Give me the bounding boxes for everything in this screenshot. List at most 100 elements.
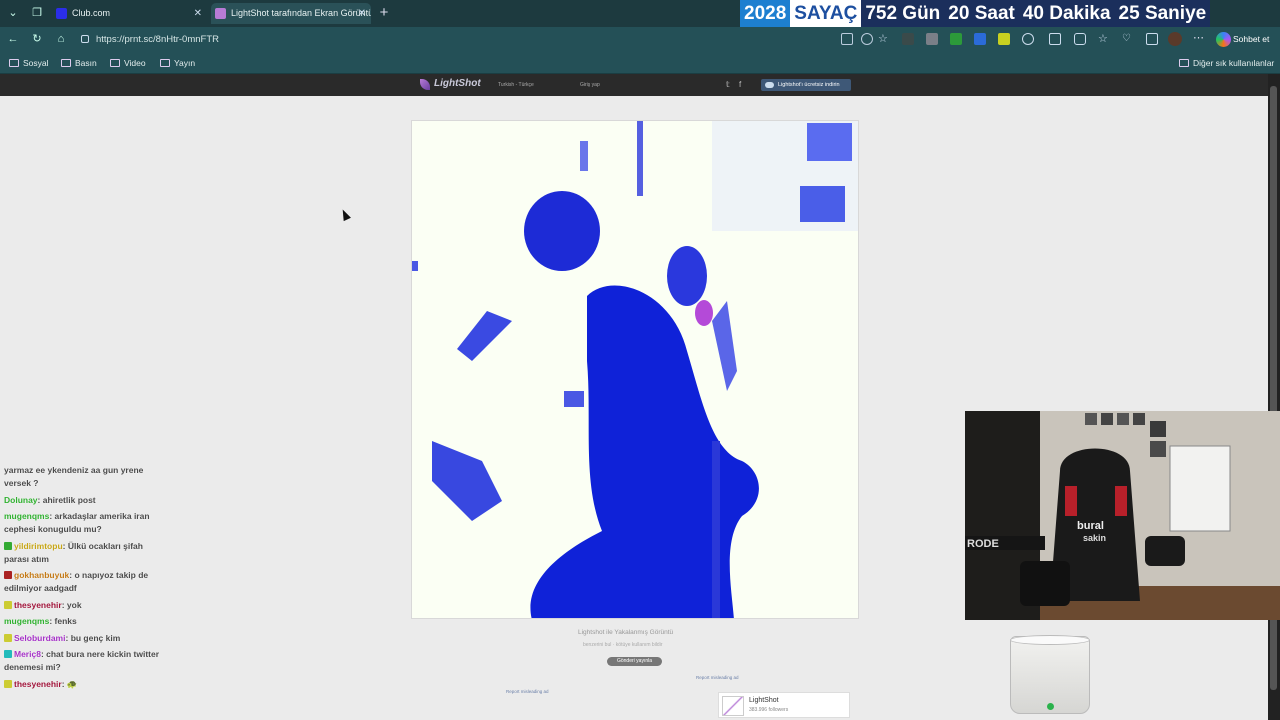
home-icon[interactable]: ⌂ xyxy=(53,31,69,47)
close-tab-icon[interactable]: ✕ xyxy=(194,3,202,24)
caption-actions[interactable]: benzerini bul · kötüye kullanım bildir xyxy=(583,642,662,648)
chat-message: thesyenehir: 🐢 xyxy=(4,678,164,691)
cup-rim xyxy=(1010,635,1090,645)
browser-essentials-icon[interactable]: ♡ xyxy=(1122,33,1134,45)
sync-icon[interactable] xyxy=(1022,33,1034,45)
favorite-star-icon[interactable]: ☆ xyxy=(878,33,890,45)
copilot-chat-button[interactable]: Sohbet et xyxy=(1215,30,1269,49)
chat-message: mugenqms: arkadaşlar amerika iran cephes… xyxy=(4,511,150,534)
stream-chat: yarmaz ee ykendeniz aa gun yrene versek … xyxy=(4,464,164,720)
chat-message: gokhanbuyuk: o napıyoz takip de edilmiyo… xyxy=(4,570,149,593)
address-text: https://prnt.sc/8nHtr-0mnFTR xyxy=(96,34,220,45)
bookmarks-bar: Sosyal Basın Video Yayın Diğer sık kulla… xyxy=(0,52,1280,74)
bookmark-label: Yayın xyxy=(174,58,196,68)
chat-text: bu genç kim xyxy=(70,632,121,643)
profile-avatar[interactable] xyxy=(1168,32,1182,46)
translate-icon[interactable] xyxy=(974,33,986,45)
capture-caption: Lightshot ile Yakalanmış Görüntü xyxy=(578,629,674,636)
chat-text: ahiretlik post xyxy=(42,494,96,505)
extension-icon[interactable] xyxy=(950,33,962,45)
more-options-icon[interactable]: ⋯ xyxy=(1193,33,1205,45)
badge-icon xyxy=(4,633,12,642)
chat-text: yarmaz ee ykendeniz aa gun yrene versek … xyxy=(4,465,144,488)
chat-button-label: Sohbet et xyxy=(1233,34,1270,44)
lightshot-favicon-icon xyxy=(215,8,226,19)
tab-club[interactable]: Club.com ✕ xyxy=(52,3,207,24)
chat-user: gokhanbuyuk xyxy=(14,570,70,580)
facebook-page-card[interactable]: LightShot 383.996 followers xyxy=(718,692,850,718)
badge-icon xyxy=(4,571,12,579)
favorites-icon[interactable]: ☆ xyxy=(1098,33,1110,45)
extension-icon[interactable] xyxy=(926,33,938,45)
facebook-icon[interactable]: f xyxy=(739,80,741,89)
counter-days: 752 Gün xyxy=(861,0,945,28)
chat-message: Meriç8: chat bura nere kickin twitter de… xyxy=(4,649,160,672)
badge-icon xyxy=(4,679,12,688)
green-dot-icon xyxy=(1047,703,1054,710)
back-arrow-icon[interactable]: ← xyxy=(5,31,21,47)
download-label: Lightshot'ı ücretsiz indirin xyxy=(778,82,840,88)
collections-icon[interactable] xyxy=(1146,33,1158,45)
chat-message: mugenqms: fenks xyxy=(4,616,77,626)
split-screen-icon[interactable] xyxy=(1049,33,1061,45)
tab-bar: ⌄ ❐ Club.com ✕ LightShot tarafından Ekra… xyxy=(0,0,1280,28)
chat-user: mugenqms xyxy=(4,616,50,626)
tab-lightshot[interactable]: LightShot tarafından Ekran Görüntü ✕ xyxy=(211,3,371,24)
counter-seconds: 25 Saniye xyxy=(1114,0,1211,28)
chat-user: Dolunay xyxy=(4,494,38,505)
chat-text: yok xyxy=(66,599,82,610)
zoom-icon[interactable] xyxy=(861,33,873,45)
badge-icon xyxy=(4,600,12,609)
bookmark-video[interactable]: Video xyxy=(110,56,146,70)
bookmark-sosyal[interactable]: Sosyal xyxy=(9,56,49,70)
cloud-download-icon xyxy=(765,82,774,88)
address-field[interactable]: https://prnt.sc/8nHtr-0mnFTR xyxy=(76,30,836,49)
tab-label: LightShot tarafından Ekran Görüntü xyxy=(231,8,371,18)
bookmark-label: Diğer sık kullanılanlar xyxy=(1193,58,1275,68)
workspaces-icon[interactable]: ❐ xyxy=(27,4,47,22)
glass-cup-overlay xyxy=(1010,635,1090,714)
chat-user: thesyenehir xyxy=(14,599,62,610)
twitter-icon[interactable]: 𝕥 xyxy=(726,80,730,89)
chat-text: 🐢 xyxy=(66,678,78,689)
bookmark-basin[interactable]: Basın xyxy=(61,56,97,70)
screenshot-image xyxy=(411,120,859,619)
folder-icon xyxy=(61,59,71,67)
bookmark-yayin[interactable]: Yayın xyxy=(160,56,195,70)
close-tab-icon[interactable]: ✕ xyxy=(358,3,366,24)
new-tab-plus-icon[interactable]: + xyxy=(376,3,392,23)
counter-hours: 20 Saat xyxy=(944,0,1019,28)
reload-icon[interactable]: ↻ xyxy=(29,31,45,47)
report-ad-link-left[interactable]: Report misleading ad xyxy=(506,689,549,694)
report-ad-link-right[interactable]: Report misleading ad xyxy=(696,675,739,680)
language-selector[interactable]: Turkish - Türkçe xyxy=(498,82,534,88)
blue-person-photo xyxy=(412,121,858,618)
extension-icon[interactable] xyxy=(902,33,914,45)
extension-icon[interactable] xyxy=(998,33,1010,45)
badge-icon xyxy=(4,650,12,658)
chair-text-2: sakin xyxy=(1083,533,1106,543)
page-scrollbar[interactable] xyxy=(1268,74,1280,720)
chat-message: Dolunay: ahiretlik post xyxy=(4,494,96,505)
extensions-puzzle-icon[interactable] xyxy=(1074,33,1086,45)
chat-text: fenks xyxy=(54,616,77,626)
address-toolbar: ← ↻ ⌂ https://prnt.sc/8nHtr-0mnFTR ☆ ☆ ♡… xyxy=(0,27,1280,52)
chat-user: mugenqms xyxy=(4,511,50,521)
folder-icon xyxy=(1179,59,1189,67)
other-bookmarks[interactable]: Diğer sık kullanılanlar xyxy=(1179,56,1274,70)
countdown-overlay: 2028 SAYAÇ 752 Gün 20 Saat 40 Dakika 25 … xyxy=(740,0,1211,28)
lightshot-logo[interactable]: LightShot xyxy=(420,78,481,90)
screenshot-icon[interactable] xyxy=(841,33,853,45)
download-button[interactable]: Lightshot'ı ücretsiz indirin xyxy=(761,79,851,91)
chat-user: yildirimtopu xyxy=(14,540,63,551)
bookmark-label: Video xyxy=(124,58,146,68)
fb-followers: 383.996 followers xyxy=(749,707,789,713)
lightshot-header: LightShot Turkish - Türkçe Giriş yap 𝕥 f… xyxy=(0,74,1270,96)
chat-user: Seloburdami xyxy=(14,632,66,643)
counter-label: SAYAÇ xyxy=(790,0,862,28)
copilot-icon xyxy=(1216,32,1231,47)
tab-list-chevron-icon[interactable]: ⌄ xyxy=(3,4,23,22)
login-link[interactable]: Giriş yap xyxy=(580,82,600,88)
tweet-button[interactable]: Gönderi yayınla xyxy=(607,657,662,666)
mic-brand: RODE xyxy=(967,538,999,550)
